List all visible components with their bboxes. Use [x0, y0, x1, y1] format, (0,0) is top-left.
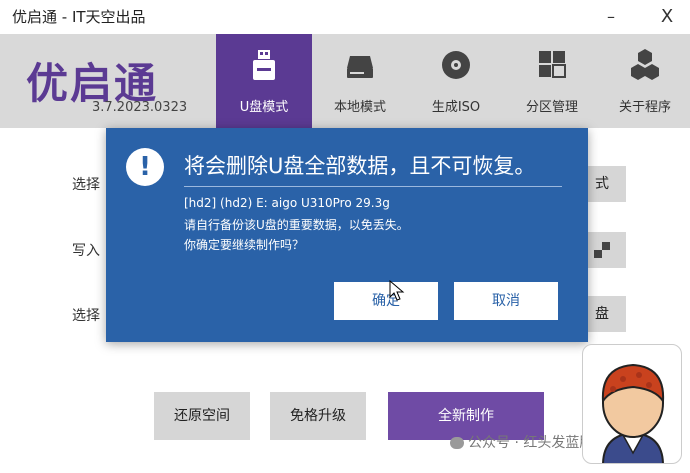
tab-label: 关于程序	[618, 100, 671, 115]
tab-label: 本地模式	[333, 100, 386, 115]
hexagons-icon	[631, 49, 659, 80]
confirm-button[interactable]: 确定	[334, 282, 438, 320]
disc-icon	[442, 51, 470, 79]
upgrade-no-format-button[interactable]: 免格升级	[270, 392, 366, 440]
tab-label: 分区管理	[525, 100, 578, 115]
partition-grid-icon	[539, 51, 566, 78]
continue-question: 你确定要继续制作吗？	[184, 238, 305, 252]
tab-label: U盘模式	[239, 100, 289, 115]
tab-create-iso[interactable]: 生成ISO	[408, 34, 504, 128]
tab-usb-mode[interactable]: U盘模式	[216, 34, 312, 128]
usb-drive-icon	[253, 50, 275, 80]
select-label: 选择	[72, 177, 100, 193]
dialog-divider	[184, 186, 562, 187]
tab-about[interactable]: 关于程序	[600, 34, 690, 128]
write-label: 写入	[72, 243, 100, 259]
cancel-button[interactable]: 取消	[454, 282, 558, 320]
minimize-button[interactable]: –	[596, 5, 626, 29]
mouse-cursor-icon	[389, 280, 405, 301]
header-bar: 优启通 3.7.2023.0323 U盘模式 本地模式 生成ISO 分区管理 关…	[0, 34, 690, 128]
version-label: 3.7.2023.0323	[92, 100, 188, 115]
restore-space-button[interactable]: 还原空间	[154, 392, 250, 440]
tab-local-mode[interactable]: 本地模式	[312, 34, 408, 128]
dialog-title: 将会删除U盘全部数据，且不可恢复。	[184, 154, 536, 178]
hard-disk-icon	[347, 56, 373, 78]
wechat-icon	[450, 437, 464, 449]
warning-icon: !	[126, 148, 164, 186]
tab-partition-manager[interactable]: 分区管理	[504, 34, 600, 128]
checker-icon	[594, 242, 610, 258]
tab-label: 生成ISO	[431, 100, 481, 115]
title-bar: 优启通 - IT天空出品 – X	[0, 0, 690, 34]
close-button[interactable]: X	[652, 5, 682, 29]
confirm-dialog: ! 将会删除U盘全部数据，且不可恢复。 [hd2] (hd2) E: aigo …	[106, 128, 588, 342]
backup-warning: 请自行备份该U盘的重要数据，以免丢失。	[184, 218, 409, 232]
cartoon-avatar-icon	[601, 363, 665, 463]
device-info: [hd2] (hd2) E: aigo U310Pro 29.3g	[184, 196, 390, 210]
window-title: 优启通 - IT天空出品	[12, 8, 146, 26]
avatar	[582, 344, 682, 464]
select-boot-label: 选择	[72, 308, 100, 324]
